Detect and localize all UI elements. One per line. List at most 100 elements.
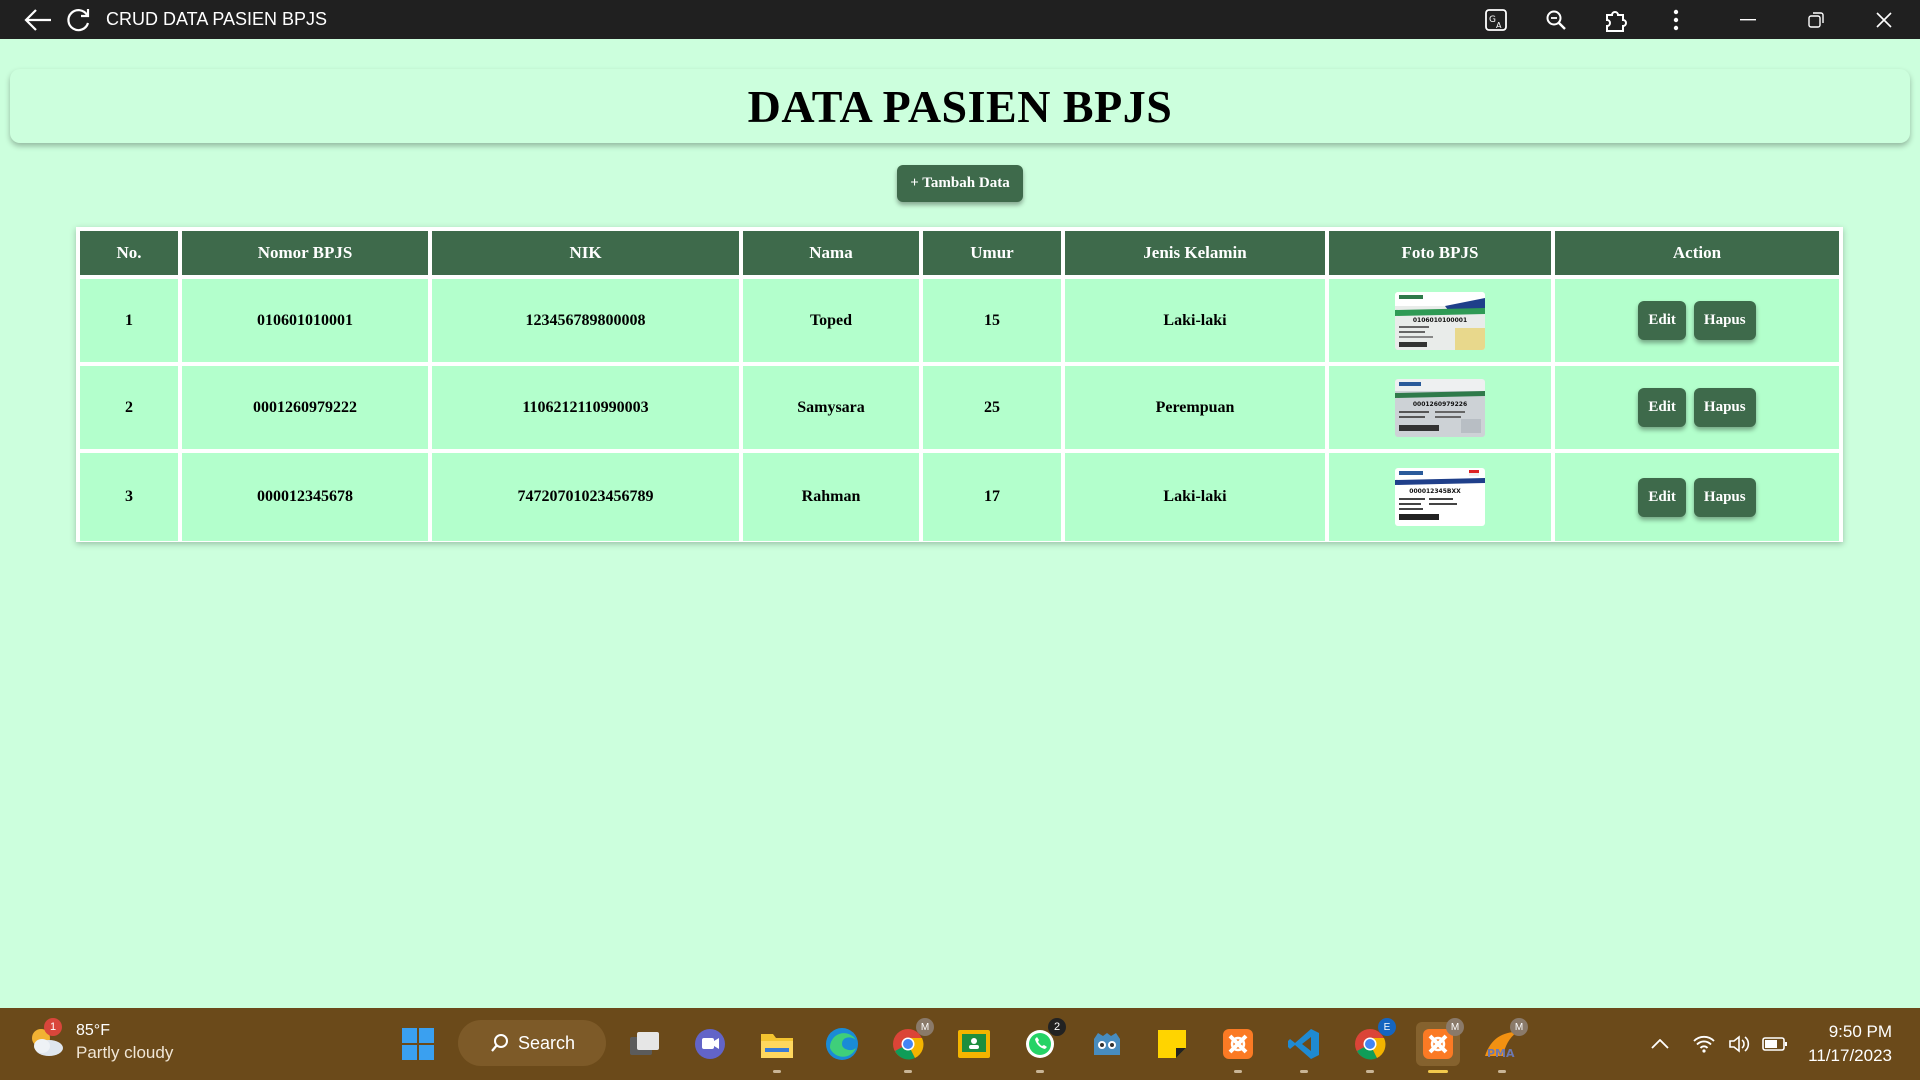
weather-widget[interactable]: 1 85°F Partly cloudy xyxy=(26,1018,174,1064)
taskbar-app-xampp-active[interactable]: M xyxy=(1416,1018,1464,1073)
chevron-up-icon xyxy=(1651,1039,1669,1049)
svg-text:G: G xyxy=(1489,15,1496,25)
header-nomor-bpjs: Nomor BPJS xyxy=(182,231,428,275)
vscode-icon xyxy=(1288,1029,1319,1059)
taskbar-app-sticky-notes[interactable] xyxy=(1152,1024,1192,1064)
close-icon xyxy=(1876,11,1892,28)
translate-button[interactable]: GA xyxy=(1466,0,1526,39)
profile-badge-icon: M xyxy=(1446,1018,1464,1036)
cell-nik: 123456789800008 xyxy=(432,279,739,362)
cell-jenis-kelamin: Laki-laki xyxy=(1065,453,1325,541)
hapus-button[interactable]: Hapus xyxy=(1693,388,1756,427)
cell-nomor-bpjs: 000012345678 xyxy=(182,453,428,541)
google-classroom-icon xyxy=(958,1030,990,1058)
clock[interactable]: 9:50 PM 11/17/2023 xyxy=(1808,1020,1892,1068)
page-header: DATA PASIEN BPJS xyxy=(10,69,1910,143)
cell-umur: 15 xyxy=(923,279,1061,362)
tambah-data-button[interactable]: + Tambah Data xyxy=(897,165,1023,202)
cell-umur: 17 xyxy=(923,453,1061,541)
show-hidden-icons-button[interactable] xyxy=(1640,1039,1680,1049)
card-number: 0001260979226 xyxy=(1413,401,1467,408)
restore-button[interactable] xyxy=(1782,0,1850,39)
cell-no: 2 xyxy=(80,366,178,449)
minimize-button[interactable] xyxy=(1714,0,1782,39)
cell-nomor-bpjs: 010601010001 xyxy=(182,279,428,362)
windows-taskbar: 1 85°F Partly cloudy Search M 2 E M PMA … xyxy=(0,1008,1920,1080)
hapus-button[interactable]: Hapus xyxy=(1693,477,1756,517)
cell-foto-bpjs: 0001260979226 xyxy=(1329,366,1551,449)
partly-cloudy-icon: 1 xyxy=(26,1018,66,1062)
cell-no: 1 xyxy=(80,279,178,362)
weather-temp: 85°F xyxy=(76,1022,110,1039)
minimize-icon xyxy=(1740,18,1756,20)
running-indicator xyxy=(1300,1070,1308,1073)
taskbar-app-taskview[interactable] xyxy=(625,1024,665,1064)
edit-button[interactable]: Edit xyxy=(1638,301,1686,340)
edit-button[interactable]: Edit xyxy=(1638,477,1686,517)
start-button[interactable] xyxy=(398,1024,438,1064)
taskbar-app-teams[interactable] xyxy=(690,1024,730,1064)
taskbar-app-chrome-profile-e[interactable]: E xyxy=(1350,1018,1396,1073)
taskbar-app-xampp[interactable] xyxy=(1218,1024,1258,1073)
back-icon xyxy=(24,8,51,31)
profile-badge-icon: E xyxy=(1378,1018,1396,1036)
system-tray: 9:50 PM 11/17/2023 xyxy=(1640,1008,1920,1080)
header-umur: Umur xyxy=(923,231,1061,275)
cell-nama: Rahman xyxy=(743,453,919,541)
back-button[interactable] xyxy=(18,0,58,39)
more-menu-button[interactable] xyxy=(1646,0,1706,39)
close-button[interactable] xyxy=(1850,0,1918,39)
taskbar-app-phpmyadmin[interactable]: PMA M xyxy=(1482,1018,1528,1073)
cell-nik: 1106212110990003 xyxy=(432,366,739,449)
translate-icon: GA xyxy=(1485,8,1507,31)
edit-button[interactable]: Edit xyxy=(1638,388,1686,427)
cell-action: Edit Hapus xyxy=(1555,366,1839,449)
cell-nama: Toped xyxy=(743,279,919,362)
reload-button[interactable] xyxy=(58,0,98,39)
edge-icon xyxy=(826,1028,858,1060)
running-indicator xyxy=(1366,1070,1374,1073)
cell-action: Edit Hapus xyxy=(1555,279,1839,362)
header-foto-bpjs: Foto BPJS xyxy=(1329,231,1551,275)
window-title: CRUD DATA PASIEN BPJS xyxy=(106,9,328,29)
card-number: 0106010100001 xyxy=(1413,317,1467,324)
whatsapp-badge: 2 xyxy=(1048,1018,1066,1036)
windows-logo-icon xyxy=(402,1028,434,1060)
zoom-button[interactable] xyxy=(1526,0,1586,39)
table-row: 3 000012345678 74720701023456789 Rahman … xyxy=(80,453,1839,541)
page-title: DATA PASIEN BPJS xyxy=(747,80,1173,132)
weather-condition: Partly cloudy xyxy=(76,1043,174,1062)
patient-table: No. Nomor BPJS NIK Nama Umur Jenis Kelam… xyxy=(76,227,1843,545)
running-indicator xyxy=(1234,1070,1242,1073)
taskbar-app-godot[interactable] xyxy=(1087,1024,1127,1064)
godot-icon xyxy=(1094,1033,1120,1055)
extensions-button[interactable] xyxy=(1586,0,1646,39)
cell-nama: Samysara xyxy=(743,366,919,449)
cell-nomor-bpjs: 0001260979222 xyxy=(182,366,428,449)
taskbar-search[interactable]: Search xyxy=(458,1020,606,1066)
taskbar-app-classroom[interactable] xyxy=(954,1024,994,1064)
xampp-icon xyxy=(1223,1029,1253,1059)
taskbar-app-chrome-profile-m[interactable]: M xyxy=(888,1018,934,1073)
folder-icon xyxy=(761,1034,793,1058)
table-row: 2 0001260979222 1106212110990003 Samysar… xyxy=(80,366,1839,449)
restore-icon xyxy=(1808,11,1824,28)
hapus-button[interactable]: Hapus xyxy=(1693,301,1756,340)
quick-settings-button[interactable] xyxy=(1692,1034,1788,1054)
cell-nik: 74720701023456789 xyxy=(432,453,739,541)
taskbar-app-whatsapp[interactable]: 2 xyxy=(1020,1018,1066,1073)
running-indicator xyxy=(1498,1070,1506,1073)
taskbar-app-edge[interactable] xyxy=(822,1024,862,1064)
profile-badge-icon: M xyxy=(1510,1018,1528,1036)
clock-date: 11/17/2023 xyxy=(1808,1046,1892,1065)
more-icon xyxy=(1673,9,1679,30)
battery-icon xyxy=(1762,1037,1788,1051)
header-nik: NIK xyxy=(432,231,739,275)
table-header-row: No. Nomor BPJS NIK Nama Umur Jenis Kelam… xyxy=(80,231,1839,275)
bpjs-card-image: 000012345BXX xyxy=(1395,468,1485,526)
taskbar-app-file-explorer[interactable] xyxy=(757,1024,797,1073)
header-action: Action xyxy=(1555,231,1839,275)
task-view-icon xyxy=(630,1032,659,1055)
taskbar-app-vscode[interactable] xyxy=(1284,1024,1324,1073)
teams-chat-icon xyxy=(695,1029,725,1059)
